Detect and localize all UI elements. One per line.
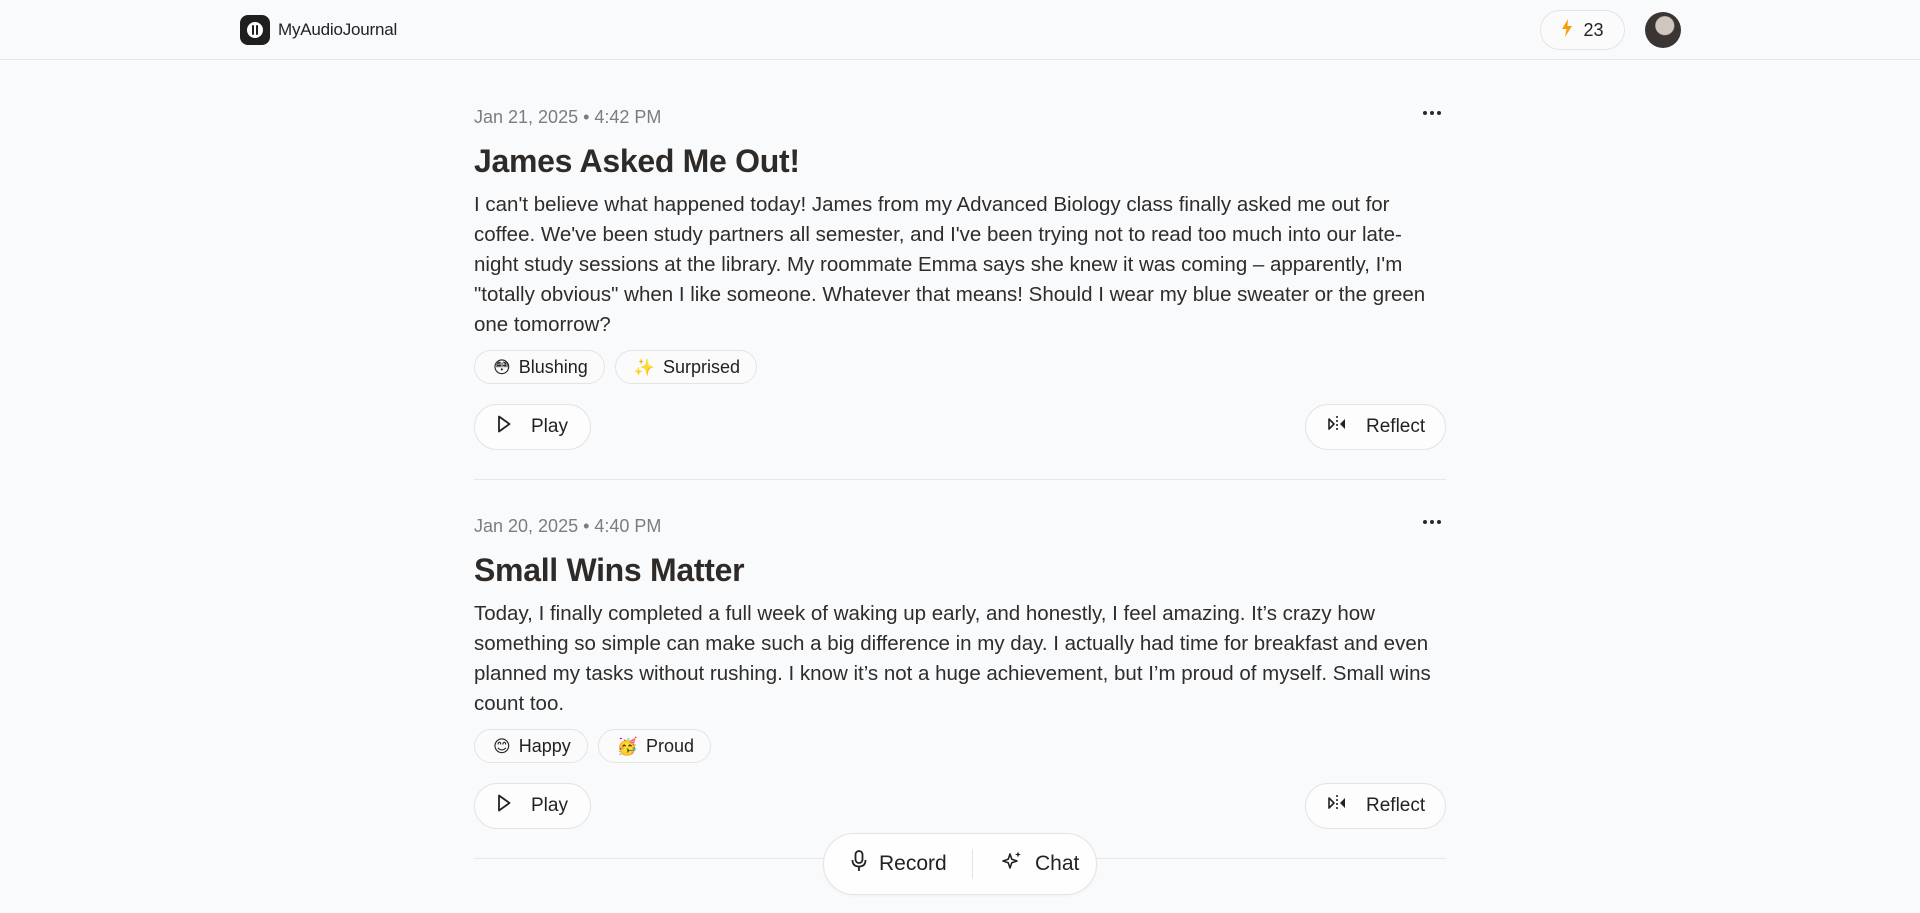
- play-label: Play: [531, 795, 568, 816]
- user-avatar[interactable]: [1645, 12, 1681, 48]
- app-brand[interactable]: MyAudioJournal: [240, 15, 397, 45]
- sparkles-emoji-icon: ✨: [633, 357, 655, 377]
- play-button[interactable]: Play: [474, 404, 591, 450]
- reflect-label: Reflect: [1366, 795, 1426, 816]
- microphone-icon: [851, 850, 867, 878]
- bottom-dock: Record Chat: [823, 833, 1097, 895]
- play-icon: [497, 794, 511, 818]
- tag-label: Blushing: [518, 356, 588, 377]
- entry-divider: [474, 479, 1446, 480]
- reflect-icon: [1328, 794, 1346, 818]
- play-button[interactable]: Play: [474, 783, 591, 829]
- blushing-emoji-icon: 😳: [493, 357, 511, 377]
- tag-label: Proud: [645, 735, 694, 756]
- chat-button[interactable]: Chat: [973, 850, 1079, 878]
- entry-title: James Asked Me Out!: [474, 143, 800, 179]
- emotion-tags: 😳 Blushing ✨ Surprised: [474, 350, 1446, 384]
- sparkle-icon: [1001, 850, 1023, 878]
- entry-date: Jan 20, 2025 • 4:40 PM: [474, 516, 662, 536]
- streak-counter[interactable]: 23: [1540, 10, 1625, 50]
- smiling-emoji-icon: 😊: [493, 736, 511, 756]
- top-bar: MyAudioJournal 23: [0, 0, 1920, 60]
- emotion-tag[interactable]: 😊 Happy: [474, 729, 588, 763]
- play-label: Play: [531, 416, 568, 437]
- reflect-icon: [1328, 415, 1346, 439]
- entry-actions: Play Reflect: [474, 783, 1446, 829]
- lightning-icon: [1561, 18, 1573, 42]
- record-label: Record: [879, 852, 947, 875]
- journal-entry: Jan 20, 2025 • 4:40 PM Small Wins Matter…: [474, 511, 1446, 859]
- more-options-icon[interactable]: [1418, 102, 1446, 124]
- entry-title: Small Wins Matter: [474, 552, 745, 588]
- reflect-button[interactable]: Reflect: [1305, 783, 1446, 829]
- entry-actions: Play Reflect: [474, 404, 1446, 450]
- journal-entry: Jan 21, 2025 • 4:42 PM James Asked Me Ou…: [474, 102, 1446, 480]
- entry-body: I can't believe what happened today! Jam…: [474, 193, 1426, 336]
- record-button[interactable]: Record: [824, 850, 972, 878]
- reflect-button[interactable]: Reflect: [1305, 404, 1446, 450]
- party-emoji-icon: 🥳: [616, 736, 638, 756]
- chat-label: Chat: [1035, 852, 1080, 875]
- emotion-tag[interactable]: ✨ Surprised: [614, 350, 757, 384]
- emotion-tag[interactable]: 😳 Blushing: [474, 350, 605, 384]
- emotion-tag[interactable]: 🥳 Proud: [597, 729, 711, 763]
- play-icon: [497, 415, 511, 439]
- entry-body: Today, I finally completed a full week o…: [474, 602, 1431, 715]
- reflect-label: Reflect: [1366, 416, 1426, 437]
- journal-logo-icon: [240, 15, 270, 45]
- app-name: MyAudioJournal: [278, 20, 398, 39]
- more-options-icon[interactable]: [1418, 511, 1446, 533]
- entry-date: Jan 21, 2025 • 4:42 PM: [474, 107, 662, 127]
- tag-label: Surprised: [662, 356, 740, 377]
- emotion-tags: 😊 Happy 🥳 Proud: [474, 729, 1446, 763]
- streak-count: 23: [1583, 19, 1604, 40]
- tag-label: Happy: [518, 735, 571, 756]
